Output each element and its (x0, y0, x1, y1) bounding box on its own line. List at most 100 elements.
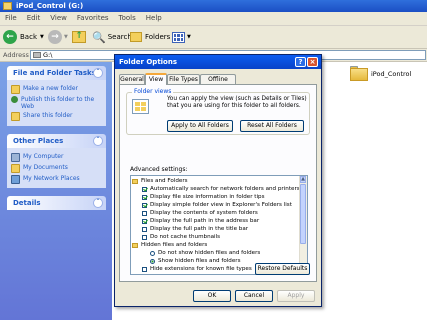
scroll-up-icon[interactable]: ▲ (300, 176, 306, 183)
setting-label: Do not show hidden files and folders (158, 250, 261, 256)
apply-to-all-folders-button[interactable]: Apply to All Folders (167, 120, 233, 132)
checkbox[interactable] (142, 186, 147, 192)
forward-button[interactable]: → ▼ (48, 29, 68, 45)
window-titlebar: iPod_Control (G:) (0, 0, 427, 12)
file-folder-tasks-header[interactable]: File and Folder Tasks ˆ (7, 66, 106, 80)
dialog-titlebar[interactable]: Folder Options ? × (115, 55, 321, 69)
back-arrow-icon: ← (3, 30, 17, 44)
cancel-button[interactable]: Cancel (235, 290, 273, 302)
settings-checkbox-option[interactable]: Hide extensions for known file types (142, 265, 252, 273)
drive-icon (3, 2, 12, 10)
checkbox[interactable] (142, 194, 147, 200)
setting-label: Show hidden files and folders (158, 258, 241, 264)
checkbox[interactable] (142, 266, 147, 272)
menu-favorites[interactable]: Favorites (72, 12, 114, 25)
computer-icon (11, 153, 20, 162)
advanced-settings-label: Advanced settings: (130, 166, 188, 173)
place-my-network-places[interactable]: My Network Places (11, 175, 102, 184)
ok-button[interactable]: OK (193, 290, 231, 302)
folder-views-description: You can apply the view (such as Details … (167, 96, 307, 109)
address-label: Address (3, 51, 29, 59)
place-my-documents[interactable]: My Documents (11, 164, 102, 173)
setting-label: Display simple folder view in Explorer's… (150, 202, 292, 208)
chevron-down-icon: ▼ (187, 34, 191, 40)
collapse-icon[interactable]: ˆ (93, 136, 103, 146)
folders-icon (130, 32, 142, 42)
chevron-down-icon: ▼ (40, 34, 44, 40)
window-title: iPod_Control (G:) (16, 2, 84, 10)
folder-name[interactable]: iPod_Control (371, 70, 411, 78)
checkbox[interactable] (142, 226, 147, 232)
advanced-settings-list[interactable]: Files and Folders Automatically search fo… (130, 175, 308, 275)
settings-checkbox-option[interactable]: Display the full path in the title bar (142, 225, 248, 233)
checkbox[interactable] (142, 202, 147, 208)
tab-general[interactable]: General (119, 74, 145, 84)
folders-label: Folders (145, 33, 171, 41)
setting-label: Files and Folders (141, 178, 188, 184)
collapse-icon[interactable]: ˆ (93, 68, 103, 78)
folder-views-group: Folder views You can apply the view (suc… (126, 88, 310, 135)
settings-checkbox-option[interactable]: Do not cache thumbnails (142, 233, 220, 241)
tab-view[interactable]: View (145, 73, 167, 85)
panel-title: Other Places (13, 137, 64, 145)
checkbox[interactable] (142, 210, 147, 216)
apply-button[interactable]: Apply (277, 290, 315, 302)
menu-view[interactable]: View (45, 12, 72, 25)
scrollbar[interactable]: ▲ ▼ (299, 176, 307, 274)
settings-checkbox-option[interactable]: Automatically search for network folders… (142, 185, 300, 193)
settings-category: Files and Folders (132, 177, 188, 185)
folder-options-dialog: Folder Options ? × General View File Typ… (114, 54, 322, 307)
forward-arrow-icon: → (48, 30, 62, 44)
help-button[interactable]: ? (295, 57, 306, 67)
back-label: Back (20, 33, 37, 41)
menu-tools[interactable]: Tools (114, 12, 141, 25)
task-make-new-folder[interactable]: Make a new folder (11, 85, 102, 94)
other-places-header[interactable]: Other Places ˆ (7, 134, 106, 148)
scrollbar-thumb[interactable] (300, 184, 306, 244)
menu-help[interactable]: Help (141, 12, 167, 25)
task-publish-folder[interactable]: Publish this folder to the Web (11, 96, 102, 110)
expand-icon[interactable]: ˇ (93, 198, 103, 208)
folder-views-label: Folder views (132, 88, 174, 95)
menu-file[interactable]: File (0, 12, 22, 25)
search-icon: 🔍 (92, 30, 106, 44)
tab-offline-files[interactable]: Offline Files (200, 74, 236, 93)
settings-checkbox-option[interactable]: Display file size information in folder … (142, 193, 265, 201)
details-header[interactable]: Details ˇ (7, 196, 106, 210)
back-button[interactable]: ← Back ▼ (3, 29, 44, 45)
radio-button[interactable] (150, 250, 155, 256)
network-icon (11, 175, 20, 184)
up-folder-button[interactable]: ↑ (72, 29, 86, 45)
view-tab-panel: Folder views You can apply the view (suc… (119, 84, 317, 282)
restore-defaults-button[interactable]: Restore Defaults (255, 263, 310, 275)
settings-checkbox-option[interactable]: Display the full path in the address bar (142, 217, 259, 225)
reset-all-folders-button[interactable]: Reset All Folders (240, 120, 304, 132)
menu-edit[interactable]: Edit (22, 12, 46, 25)
checkbox[interactable] (142, 218, 147, 224)
setting-label: Display the contents of system folders (150, 210, 258, 216)
tab-file-types[interactable]: File Types (167, 74, 200, 84)
settings-checkbox-option[interactable]: Display the contents of system folders (142, 209, 258, 217)
setting-label: Automatically search for network folders… (150, 186, 300, 192)
settings-radio-option[interactable]: Show hidden files and folders (150, 257, 241, 265)
settings-radio-option[interactable]: Do not show hidden files and folders (150, 249, 260, 257)
place-my-computer[interactable]: My Computer (11, 153, 102, 162)
radio-button[interactable] (150, 258, 155, 264)
panel-title: Details (13, 199, 41, 207)
close-icon[interactable]: × (307, 57, 318, 67)
other-places-panel: Other Places ˆ My Computer My Documents … (7, 134, 106, 188)
folder-icon[interactable] (350, 66, 368, 81)
globe-icon (11, 96, 18, 103)
address-value: G:\ (43, 51, 53, 59)
search-button[interactable]: 🔍 Search (92, 29, 132, 45)
dialog-title: Folder Options (119, 58, 178, 66)
settings-checkbox-option[interactable]: Display simple folder view in Explorer's… (142, 201, 292, 209)
documents-folder-icon (11, 164, 20, 173)
menu-bar: File Edit View Favorites Tools Help (0, 12, 427, 26)
views-button[interactable]: ▼ (172, 29, 191, 45)
folders-button[interactable]: Folders (130, 29, 170, 45)
task-share-folder[interactable]: Share this folder (11, 112, 102, 121)
panel-title: File and Folder Tasks (13, 69, 96, 77)
checkbox[interactable] (142, 234, 147, 240)
setting-label: Display the full path in the address bar (150, 218, 260, 224)
